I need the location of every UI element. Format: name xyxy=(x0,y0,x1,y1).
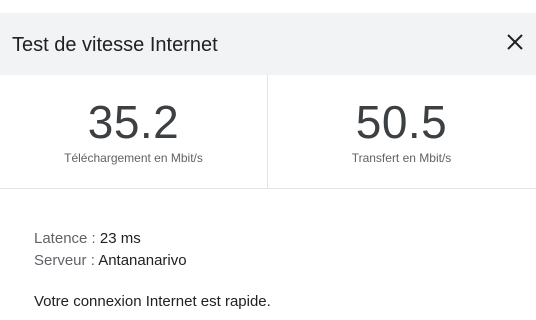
download-value: 35.2 xyxy=(87,96,180,148)
latency-label: Latence : xyxy=(34,230,100,247)
connection-details: Latence : 23 ms Serveur : Antananarivo xyxy=(34,228,187,272)
close-button[interactable] xyxy=(500,27,530,57)
latency-value: 23 ms xyxy=(99,230,141,247)
speed-test-header: Test de vitesse Internet xyxy=(0,13,536,75)
speed-test-title: Test de vitesse Internet xyxy=(12,34,218,56)
speed-metrics: 35.2 Téléchargement en Mbit/s 50.5 Trans… xyxy=(0,75,536,189)
download-metric: 35.2 Téléchargement en Mbit/s xyxy=(0,75,267,188)
close-icon xyxy=(507,34,523,50)
connection-summary: Votre connexion Internet est rapide. xyxy=(34,293,271,310)
upload-metric: 50.5 Transfert en Mbit/s xyxy=(268,75,535,188)
upload-value: 50.5 xyxy=(355,96,448,148)
speed-test-card: Test de vitesse Internet 35.2 Télécharge… xyxy=(0,0,536,320)
download-label: Téléchargement en Mbit/s xyxy=(64,151,203,165)
latency-row: Latence : 23 ms xyxy=(34,228,187,250)
upload-label: Transfert en Mbit/s xyxy=(351,151,452,165)
server-label: Serveur : xyxy=(34,252,99,269)
server-row: Serveur : Antananarivo xyxy=(34,250,187,272)
server-value: Antananarivo xyxy=(98,252,187,269)
